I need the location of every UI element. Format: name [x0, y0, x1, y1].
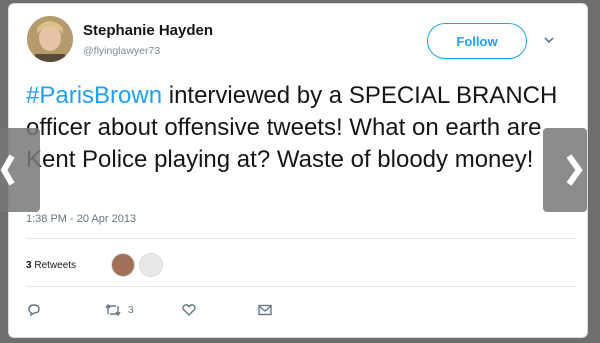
chevron-left-icon [0, 154, 40, 216]
reply-button[interactable] [26, 301, 42, 319]
retweeter-avatar[interactable] [139, 253, 163, 277]
author-avatar[interactable] [27, 16, 73, 62]
retweets-count: 3 [26, 260, 32, 271]
retweet-count: 3 [128, 304, 134, 316]
like-button[interactable] [181, 301, 197, 319]
divider [26, 238, 576, 239]
follow-button[interactable]: Follow [427, 23, 527, 59]
retweets-stat[interactable]: 3 Retweets [26, 260, 76, 271]
retweeter-avatar[interactable] [111, 253, 135, 277]
prev-arrow-button[interactable] [0, 128, 40, 212]
hashtag-link[interactable]: #ParisBrown [26, 82, 162, 109]
heart-icon [181, 302, 197, 318]
retweet-icon [104, 302, 122, 318]
author-handle[interactable]: @flyinglawyer73 [83, 45, 160, 57]
retweets-label: Retweets [34, 260, 77, 271]
chevron-right-icon [543, 154, 587, 216]
next-arrow-button[interactable] [543, 128, 587, 212]
chevron-down-icon[interactable] [541, 32, 557, 48]
author-name[interactable]: Stephanie Hayden [83, 22, 213, 39]
tweet-card: Stephanie Hayden @flyinglawyer73 Follow … [8, 3, 588, 338]
reply-icon [26, 302, 42, 318]
message-button[interactable] [257, 301, 273, 319]
tweet-text: #ParisBrown interviewed by a SPECIAL BRA… [26, 80, 566, 176]
envelope-icon [257, 302, 273, 318]
retweet-button[interactable]: 3 [104, 301, 134, 319]
divider [26, 286, 576, 287]
tweet-timestamp[interactable]: 1:38 PM - 20 Apr 2013 [26, 213, 136, 225]
